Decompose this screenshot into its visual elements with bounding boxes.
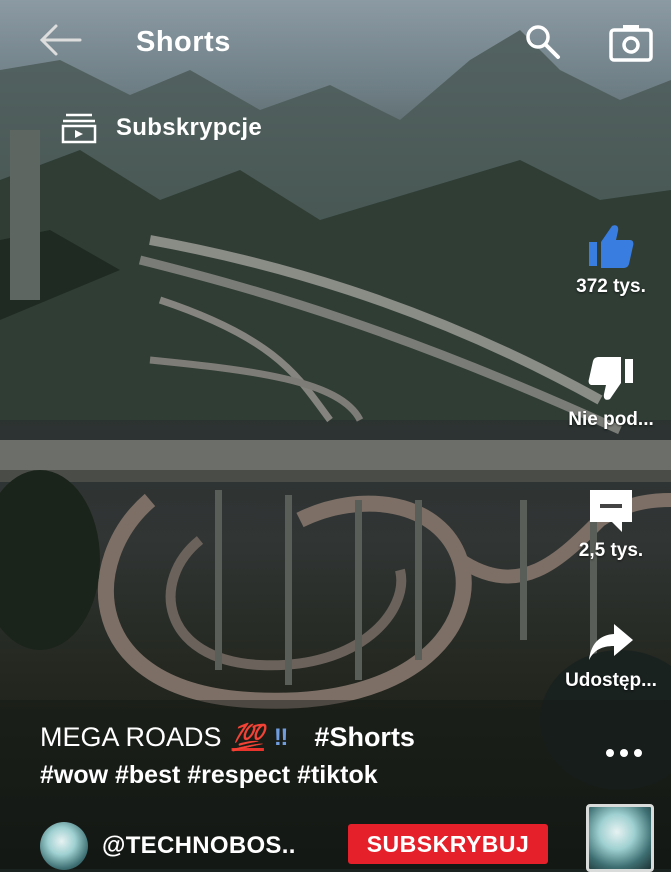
subscriptions-link[interactable]: Subskrypcje [60, 108, 262, 148]
video-caption[interactable]: MEGA ROADS 💯 ‼ #Shorts #wow #best #respe… [40, 722, 560, 790]
like-count: 372 tys. [576, 276, 646, 297]
subscriptions-label: Subskrypcje [116, 114, 263, 141]
caption-title: MEGA ROADS [40, 722, 222, 752]
double-exclamation-icon: ‼ [273, 723, 289, 751]
more-options-button[interactable] [594, 738, 654, 768]
channel-handle[interactable]: @TECHNOBOS.. [102, 832, 296, 860]
thumbs-up-icon [589, 225, 634, 268]
dislike-label: Nie pod... [568, 409, 654, 430]
channel-row: @TECHNOBOS.. [40, 822, 296, 870]
search-icon [526, 25, 560, 59]
camera-button[interactable] [608, 22, 654, 62]
back-button[interactable] [38, 22, 82, 58]
search-button[interactable] [522, 22, 562, 62]
like-button[interactable]: 372 tys. [551, 222, 671, 298]
more-dots-icon [606, 749, 642, 757]
comment-icon [590, 490, 632, 532]
subscriptions-icon [61, 113, 97, 144]
top-bar: Shorts [0, 0, 671, 90]
hashtag-shorts[interactable]: #Shorts [314, 722, 415, 753]
hundred-points-icon: 💯 [231, 722, 264, 752]
thumbs-down-icon [588, 357, 633, 400]
channel-avatar[interactable] [40, 822, 88, 870]
camera-icon [609, 25, 653, 62]
share-button[interactable]: Udostęp... [551, 620, 671, 692]
back-arrow-icon [39, 24, 82, 56]
share-icon [589, 624, 633, 660]
caption-title-line: MEGA ROADS 💯 ‼ #Shorts [40, 722, 560, 753]
comments-count: 2,5 tys. [578, 540, 644, 561]
page-title: Shorts [136, 26, 231, 58]
share-label: Udostęp... [565, 670, 657, 691]
comments-button[interactable]: 2,5 tys. [551, 486, 671, 562]
caption-hashtags[interactable]: #wow #best #respect #tiktok [40, 761, 560, 790]
sound-thumbnail[interactable] [586, 804, 654, 872]
subscribe-button[interactable]: SUBSKRYBUJ [348, 824, 548, 864]
dislike-button[interactable]: Nie pod... [551, 355, 671, 431]
